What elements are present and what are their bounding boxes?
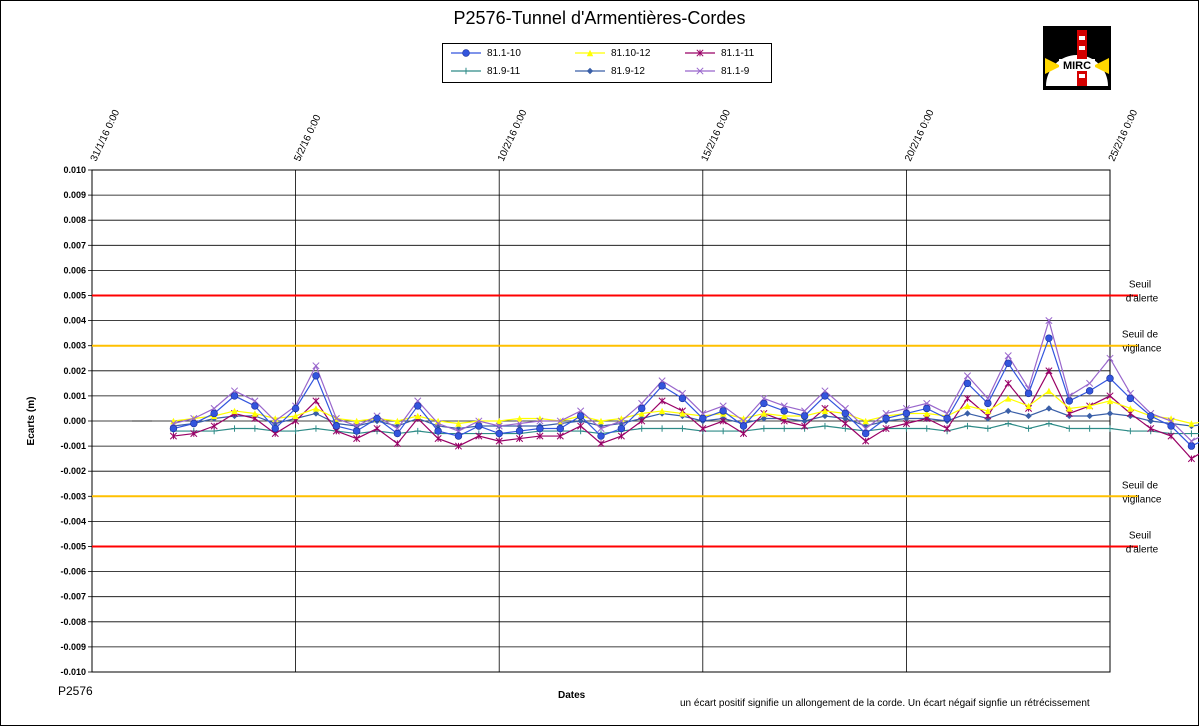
legend-item: 81.9-12 xyxy=(573,64,645,78)
data-point xyxy=(462,67,470,75)
chart-title: P2576-Tunnel d'Armentières-Cordes xyxy=(453,8,746,28)
legend-item: 81.1-10 xyxy=(449,46,521,60)
chart-frame xyxy=(0,0,1199,726)
legend-label: 81.10-12 xyxy=(611,47,651,59)
legend-label: 81.1-9 xyxy=(721,65,750,77)
legend-item: 81.1-9 xyxy=(683,64,749,78)
legend-label: 81.1-11 xyxy=(721,47,755,59)
svg-text:MIRC: MIRC xyxy=(1063,60,1091,72)
legend-item: 81.9-11 xyxy=(449,64,520,78)
legend-swatch xyxy=(575,49,605,57)
data-point xyxy=(462,49,470,57)
x-axis-label: Dates xyxy=(558,690,586,701)
legend-swatch xyxy=(575,67,605,75)
sign-note: un écart positif signifie un allongement… xyxy=(680,698,1090,709)
legend-label: 81.1-10 xyxy=(487,47,521,59)
legend: 81.1-10 81.10-12 81.1-11 81.9-11 81.9-12 81.1… xyxy=(442,43,772,83)
legend-label: 81.9-12 xyxy=(611,65,645,77)
legend-item: 81.1-11 xyxy=(683,46,754,60)
legend-swatch xyxy=(451,49,481,57)
legend-swatch xyxy=(451,67,481,75)
legend-swatch xyxy=(685,49,715,57)
legend-swatch xyxy=(685,67,715,75)
legend-item: 81.10-12 xyxy=(573,46,650,60)
chart-id-label: P2576 xyxy=(58,684,93,698)
legend-label: 81.9-11 xyxy=(487,65,521,77)
data-point xyxy=(586,67,594,75)
mirc-logo: MIRC xyxy=(1043,26,1111,90)
